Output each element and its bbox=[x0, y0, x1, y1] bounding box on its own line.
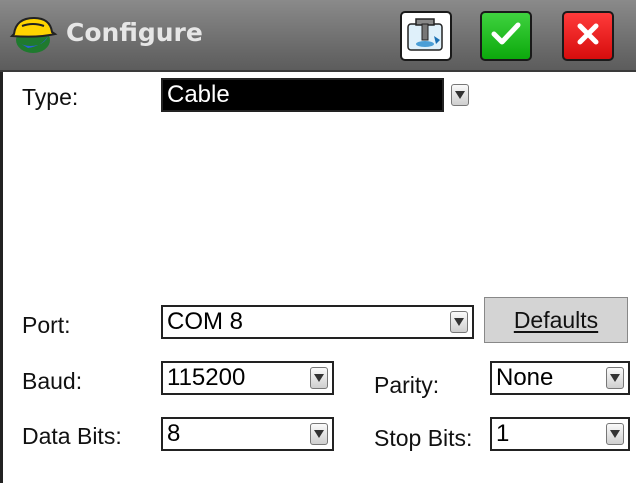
port-dropdown[interactable]: COM 8 bbox=[161, 305, 474, 339]
surveyor-hardhat-globe-icon bbox=[8, 12, 58, 56]
title-bar: Configure bbox=[0, 0, 636, 72]
data-bits-value: 8 bbox=[167, 420, 181, 447]
baud-label: Baud: bbox=[22, 368, 83, 394]
data-bits-label: Data Bits: bbox=[22, 423, 122, 449]
chevron-down-icon[interactable] bbox=[310, 367, 328, 389]
stop-bits-dropdown[interactable]: 1 bbox=[490, 417, 630, 451]
parity-dropdown[interactable]: None bbox=[490, 361, 630, 395]
defaults-button[interactable]: Defaults bbox=[484, 297, 628, 343]
baud-value: 115200 bbox=[167, 364, 246, 391]
port-value: COM 8 bbox=[167, 308, 244, 335]
parity-label: Parity: bbox=[374, 372, 440, 398]
close-x-icon bbox=[574, 20, 602, 53]
ok-button[interactable] bbox=[480, 11, 532, 61]
chevron-down-icon[interactable] bbox=[450, 311, 468, 333]
stop-bits-label: Stop Bits: bbox=[374, 425, 473, 451]
receiver-settings-button[interactable] bbox=[400, 11, 452, 61]
cancel-button[interactable] bbox=[562, 11, 614, 61]
data-bits-dropdown[interactable]: 8 bbox=[161, 417, 334, 451]
window-title: Configure bbox=[66, 18, 203, 47]
chevron-down-icon[interactable] bbox=[451, 84, 469, 106]
baud-dropdown[interactable]: 115200 bbox=[161, 361, 334, 395]
checkmark-icon bbox=[489, 20, 523, 53]
type-label: Type: bbox=[22, 84, 79, 110]
chevron-down-icon[interactable] bbox=[606, 423, 624, 445]
chevron-down-icon[interactable] bbox=[606, 367, 624, 389]
type-dropdown[interactable]: Cable bbox=[161, 78, 469, 112]
defaults-label: Defaults bbox=[513, 306, 599, 333]
chevron-down-icon[interactable] bbox=[310, 423, 328, 445]
window-left-border bbox=[0, 72, 3, 483]
receiver-settings-icon bbox=[406, 16, 446, 57]
type-value: Cable bbox=[167, 81, 230, 108]
port-label: Port: bbox=[22, 312, 71, 338]
